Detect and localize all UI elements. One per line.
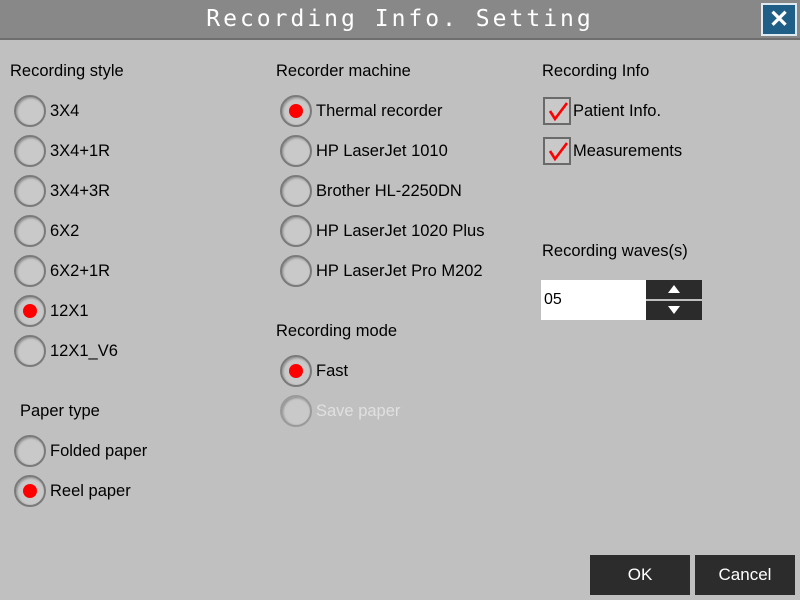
paper-type-heading: Paper type [20,402,100,420]
radio-style-3x4-label: 3X4 [50,102,80,120]
radio-style-12x1-v6-label: 12X1_V6 [50,342,118,360]
radio-mode-save-paper [280,395,312,427]
recording-waves-up-button[interactable] [646,280,702,299]
recording-waves-down-button[interactable] [646,301,702,320]
checkbox-measurements-label: Measurements [573,142,683,160]
radio-mode-fast-label: Fast [316,362,349,380]
radio-machine-thermal[interactable] [280,95,312,127]
recording-waves-input[interactable] [541,280,646,320]
radio-machine-hp-m202[interactable] [280,255,312,287]
cancel-button[interactable]: Cancel [695,555,795,595]
radio-style-12x1-v6[interactable] [14,335,46,367]
checkbox-measurements[interactable] [543,137,571,165]
radio-style-12x1-label: 12X1 [50,302,89,320]
recording-waves-heading: Recording waves(s) [542,242,688,260]
radio-machine-thermal-label: Thermal recorder [316,102,443,120]
checkbox-patient-info[interactable] [543,97,571,125]
radio-style-6x2-1r[interactable] [14,255,46,287]
radio-paper-folded[interactable] [14,435,46,467]
radio-machine-hp-1010-label: HP LaserJet 1010 [316,142,448,160]
radio-style-3x4-3r[interactable] [14,175,46,207]
radio-style-3x4-1r-label: 3X4+1R [50,142,111,160]
radio-paper-folded-label: Folded paper [50,442,148,460]
radio-mode-save-paper-label: Save paper [316,402,401,420]
triangle-down-icon [668,306,680,314]
ok-button[interactable]: OK [590,555,690,595]
recorder-machine-heading: Recorder machine [276,62,411,80]
close-icon: ✕ [768,6,790,33]
radio-style-6x2-1r-label: 6X2+1R [50,262,111,280]
radio-paper-reel[interactable] [14,475,46,507]
recording-mode-heading: Recording mode [276,322,398,340]
recording-style-heading: Recording style [10,62,124,80]
radio-machine-brother-label: Brother HL-2250DN [316,182,462,200]
checkmark-icon [548,102,569,122]
radio-machine-brother[interactable] [280,175,312,207]
radio-style-3x4-3r-label: 3X4+3R [50,182,111,200]
title-bar: Recording Info. Setting ✕ [0,0,800,40]
radio-style-3x4-1r[interactable] [14,135,46,167]
radio-machine-hp-1020[interactable] [280,215,312,247]
radio-paper-reel-label: Reel paper [50,482,131,500]
recording-info-heading: Recording Info [542,62,650,80]
checkmark-icon [548,142,569,162]
close-button[interactable]: ✕ [761,3,797,36]
radio-mode-fast[interactable] [280,355,312,387]
checkbox-patient-info-label: Patient Info. [573,102,662,120]
radio-style-3x4[interactable] [14,95,46,127]
triangle-up-icon [668,285,680,293]
radio-style-6x2[interactable] [14,215,46,247]
radio-machine-hp-1010[interactable] [280,135,312,167]
radio-machine-hp-m202-label: HP LaserJet Pro M202 [316,262,483,280]
radio-machine-hp-1020-label: HP LaserJet 1020 Plus [316,222,485,240]
radio-style-12x1[interactable] [14,295,46,327]
window-title: Recording Info. Setting [206,6,594,32]
radio-style-6x2-label: 6X2 [50,222,80,240]
